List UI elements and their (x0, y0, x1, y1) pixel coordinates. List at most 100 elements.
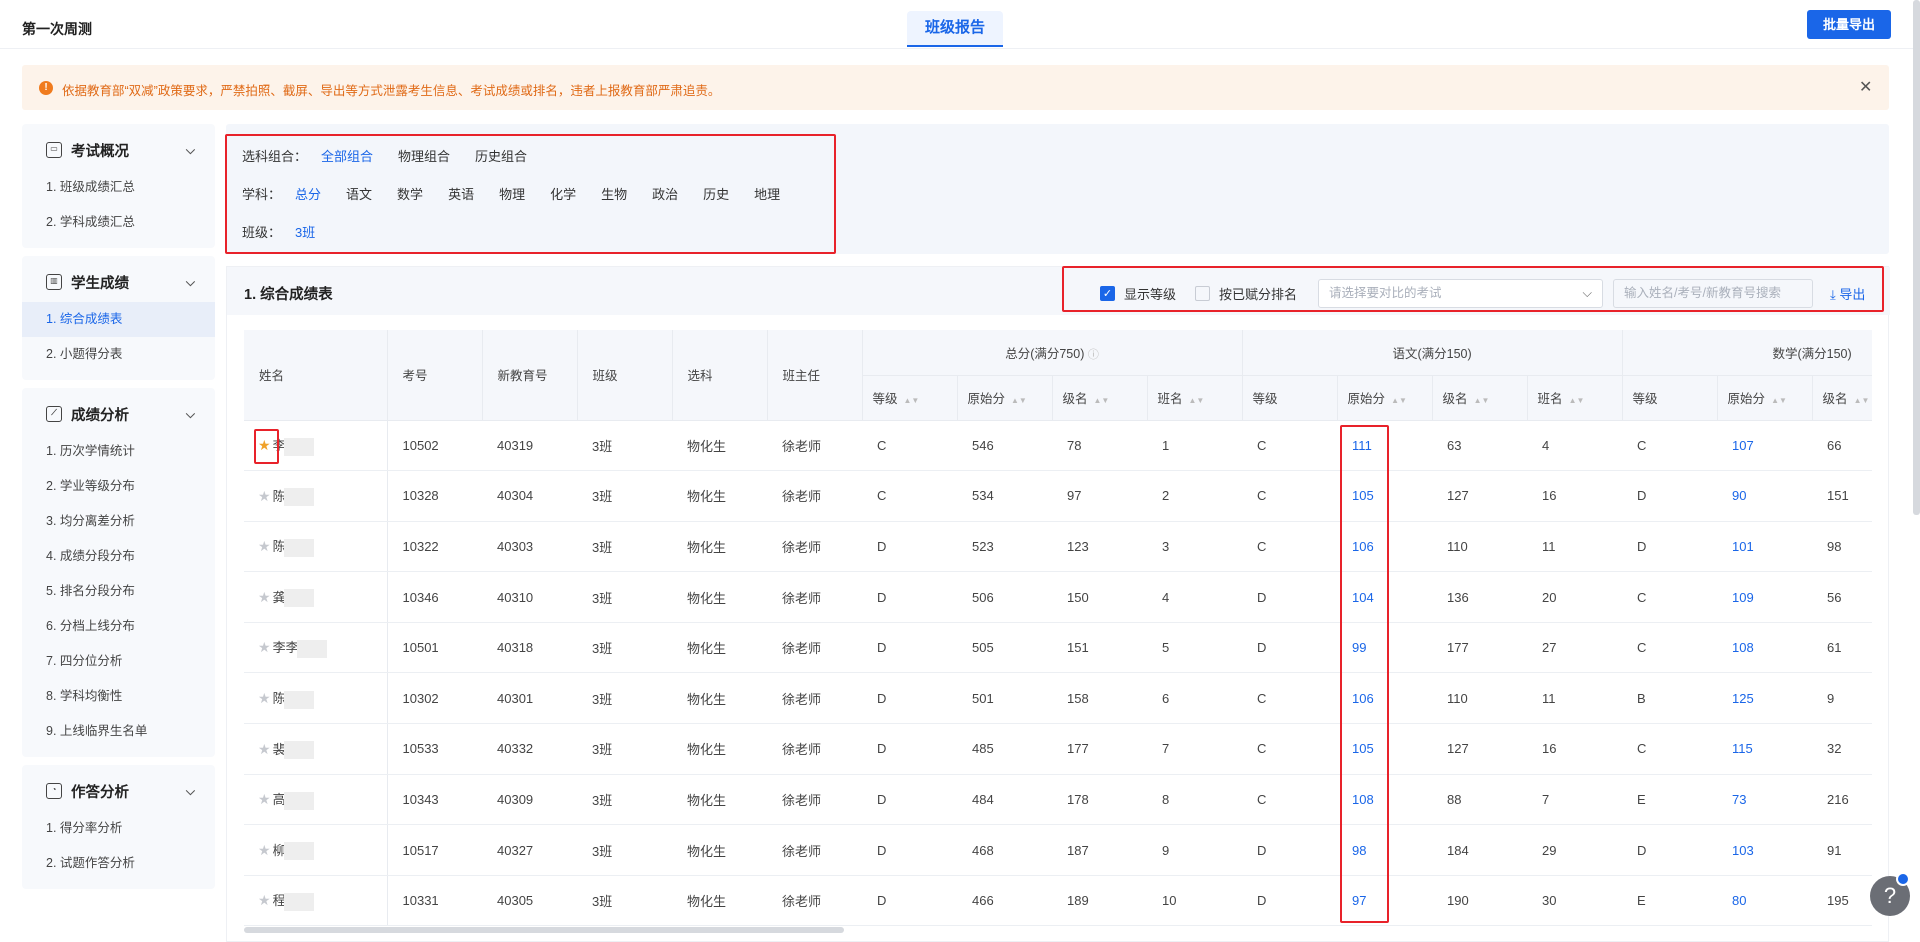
sidebar-group-header[interactable]: ▥ 学生成绩 ⌵ (22, 262, 215, 302)
star-icon[interactable]: ★ (258, 892, 271, 908)
star-icon[interactable]: ★ (258, 690, 271, 706)
highlight-box-chinese-raw (1340, 425, 1389, 923)
cell-mr[interactable]: 109 (1717, 571, 1813, 623)
cell-cgr: 190 (1432, 875, 1528, 926)
cell-mg: B (1622, 672, 1718, 725)
help-circle-icon[interactable]: ⓘ (1088, 349, 1099, 361)
col-class_rank[interactable]: 班名 ▲▼ (1147, 375, 1243, 421)
cell-exam: 10302 (387, 672, 482, 725)
cell-cg: C (1242, 723, 1338, 775)
cell-mr[interactable]: 103 (1717, 824, 1813, 876)
star-icon[interactable]: ★ (258, 741, 271, 757)
sort-icon[interactable]: ▲▼ (1569, 396, 1585, 405)
name-mask (283, 437, 314, 456)
sidebar-item[interactable]: 1. 历次学情统计 (22, 434, 215, 469)
col-grade_rank[interactable]: 级名 ▲▼ (1052, 375, 1148, 421)
cell-cg: D (1242, 622, 1338, 674)
sidebar-item[interactable]: 1. 综合成绩表 (22, 302, 215, 337)
vertical-scrollbar[interactable] (1913, 0, 1920, 515)
cell-tcr: 7 (1147, 723, 1243, 775)
sidebar-item[interactable]: 9. 上线临界生名单 (22, 714, 215, 749)
cell-mr[interactable]: 108 (1717, 622, 1813, 674)
cell-sub: 物化生 (672, 571, 767, 623)
cell-mr[interactable]: 125 (1717, 672, 1813, 725)
star-icon[interactable]: ★ (258, 488, 271, 504)
star-icon[interactable]: ★ (258, 589, 271, 605)
student-name-cell: ★ 李李 (244, 622, 388, 674)
col-grade[interactable]: 等级 (1622, 375, 1718, 421)
sidebar-item[interactable]: 7. 四分位分析 (22, 644, 215, 679)
name-mask (296, 639, 327, 658)
cell-tr: 466 (957, 875, 1052, 926)
cell-ccr: 16 (1527, 723, 1623, 775)
col-raw[interactable]: 原始分 ▲▼ (957, 375, 1053, 421)
sidebar-item[interactable]: 1. 得分率分析 (22, 811, 215, 846)
star-icon[interactable]: ★ (258, 842, 271, 858)
cell-mr[interactable]: 90 (1717, 470, 1813, 522)
cell-tr: 485 (957, 723, 1052, 775)
sidebar-item[interactable]: 8. 学科均衡性 (22, 679, 215, 714)
col-grade_rank[interactable]: 级名 ▲▼ (1812, 375, 1872, 421)
col-raw[interactable]: 原始分 ▲▼ (1337, 375, 1433, 421)
sort-icon[interactable]: ▲▼ (1771, 396, 1787, 405)
col-grade[interactable]: 等级 (1242, 375, 1338, 421)
sort-icon[interactable]: ▲▼ (1854, 396, 1870, 405)
col-grade[interactable]: 等级 ▲▼ (862, 375, 958, 421)
cell-ccr: 29 (1527, 824, 1623, 876)
cell-tr: 484 (957, 774, 1052, 826)
cell-tg: D (862, 521, 957, 573)
star-icon[interactable]: ★ (258, 791, 271, 807)
sidebar-item[interactable]: 2. 试题作答分析 (22, 846, 215, 881)
star-icon[interactable]: ★ (258, 639, 271, 655)
cell-tg: D (862, 824, 957, 876)
sidebar-group-header[interactable]: ⟋ 成绩分析 ⌵ (22, 394, 215, 434)
sidebar-item[interactable]: 2. 小题得分表 (22, 337, 215, 372)
sidebar-item[interactable]: 1. 班级成绩汇总 (22, 170, 215, 205)
chevron-down-icon[interactable]: ⌵ (186, 407, 195, 422)
col-group-chinese: 语文(满分150) (1242, 330, 1623, 376)
cell-exam: 10533 (387, 723, 482, 775)
cell-tgr: 187 (1052, 824, 1147, 876)
cell-exam: 10501 (387, 622, 482, 674)
batch-export-button[interactable]: 批量导出 (1807, 10, 1891, 39)
sidebar-item[interactable]: 2. 学业等级分布 (22, 469, 215, 504)
col-group-total: 总分(满分750) ⓘ (862, 330, 1243, 376)
sort-icon[interactable]: ▲▼ (1189, 396, 1205, 405)
cell-t: 徐老师 (767, 723, 862, 775)
horizontal-scrollbar[interactable] (244, 927, 844, 933)
tab-class-report[interactable]: 班级报告 (907, 11, 1003, 47)
col-raw[interactable]: 原始分 ▲▼ (1717, 375, 1813, 421)
sidebar-item[interactable]: 5. 排名分段分布 (22, 574, 215, 609)
cell-mr[interactable]: 107 (1717, 420, 1813, 472)
chevron-down-icon[interactable]: ⌵ (186, 143, 195, 158)
close-icon[interactable]: ✕ (1859, 77, 1872, 97)
cell-exam: 10517 (387, 824, 482, 876)
sort-icon[interactable]: ▲▼ (1474, 396, 1490, 405)
cell-edu: 40305 (482, 875, 577, 926)
cell-cg: C (1242, 774, 1338, 826)
sidebar-item[interactable]: 6. 分档上线分布 (22, 609, 215, 644)
cell-mr[interactable]: 80 (1717, 875, 1813, 926)
sidebar-item[interactable]: 2. 学科成绩汇总 (22, 205, 215, 240)
cell-mr[interactable]: 101 (1717, 521, 1813, 573)
sort-icon[interactable]: ▲▼ (1011, 396, 1027, 405)
col-name: 姓名 (244, 330, 388, 421)
sidebar-group-header[interactable]: ◔ 作答分析 ⌵ (22, 771, 215, 811)
name-mask (283, 690, 314, 709)
sidebar-group-header[interactable]: ▭ 考试概况 ⌵ (22, 130, 215, 170)
cell-tgr: 78 (1052, 420, 1147, 472)
chevron-down-icon[interactable]: ⌵ (186, 784, 195, 799)
cell-mr[interactable]: 115 (1717, 723, 1813, 775)
cell-ccr: 4 (1527, 420, 1623, 472)
sort-icon[interactable]: ▲▼ (904, 396, 920, 405)
sort-icon[interactable]: ▲▼ (1094, 396, 1110, 405)
chevron-down-icon[interactable]: ⌵ (186, 275, 195, 290)
cell-t: 徐老师 (767, 875, 862, 926)
star-icon[interactable]: ★ (258, 538, 271, 554)
sort-icon[interactable]: ▲▼ (1391, 396, 1407, 405)
col-grade_rank[interactable]: 级名 ▲▼ (1432, 375, 1528, 421)
sidebar-item[interactable]: 4. 成绩分段分布 (22, 539, 215, 574)
col-class_rank[interactable]: 班名 ▲▼ (1527, 375, 1623, 421)
sidebar-item[interactable]: 3. 均分离差分析 (22, 504, 215, 539)
cell-mr[interactable]: 73 (1717, 774, 1813, 826)
